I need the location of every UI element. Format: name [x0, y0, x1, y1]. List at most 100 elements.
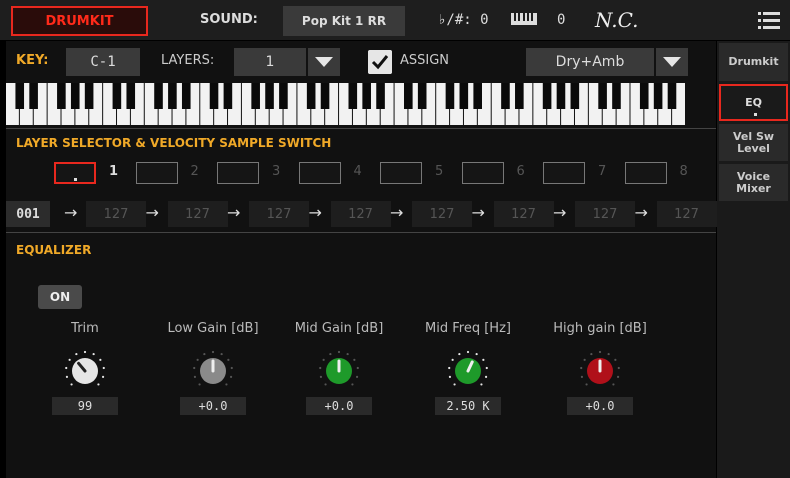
layer-number: 5 [435, 164, 444, 179]
black-key[interactable] [653, 83, 663, 109]
eq-control-value[interactable]: 2.50 K [435, 397, 501, 415]
layer-number: 7 [598, 164, 607, 179]
layers-dropdown-button[interactable] [308, 48, 340, 76]
sound-name-field[interactable]: Pop Kit 1 RR [283, 6, 405, 36]
black-key[interactable] [362, 83, 371, 109]
black-key[interactable] [265, 83, 274, 109]
black-key[interactable] [376, 83, 385, 109]
black-key[interactable] [168, 83, 177, 109]
black-key[interactable] [404, 83, 413, 109]
eq-on-button[interactable]: ON [38, 285, 82, 309]
arrow-right-icon: → [634, 203, 648, 222]
black-key[interactable] [570, 83, 580, 109]
black-key[interactable] [251, 83, 260, 109]
mix-dropdown-button[interactable] [656, 48, 688, 76]
layer-section-title: LAYER SELECTOR & VELOCITY SAMPLE SWITCH [16, 136, 332, 150]
eq-control-value[interactable]: +0.0 [180, 397, 246, 415]
velocity-value-box[interactable]: 127 [412, 201, 472, 227]
black-key[interactable] [70, 83, 80, 109]
low-gain-knob[interactable] [191, 349, 235, 393]
black-key[interactable] [445, 83, 455, 109]
piano-keyboard[interactable] [6, 83, 686, 125]
black-key[interactable] [320, 83, 330, 109]
black-key[interactable] [112, 83, 122, 109]
layer-select-box-5[interactable] [380, 162, 422, 184]
layer-number: 4 [353, 164, 362, 179]
velocity-value-box[interactable]: 127 [249, 201, 309, 227]
layer-select-box-4[interactable] [298, 162, 341, 184]
layer-select-box-6[interactable] [461, 162, 504, 184]
black-key[interactable] [57, 83, 66, 109]
eq-control-label: High gain [dB] [553, 321, 647, 336]
velocity-value-box[interactable]: 127 [167, 201, 228, 227]
mix-field[interactable]: Dry+Amb [526, 48, 654, 76]
black-key[interactable] [84, 83, 94, 109]
black-key[interactable] [612, 83, 621, 109]
layer-number: 2 [190, 164, 199, 179]
eq-control-label: Mid Gain [dB] [294, 321, 384, 336]
tab-eq-label: EQ [745, 95, 762, 109]
eq-control-value[interactable]: 99 [52, 397, 118, 415]
black-key[interactable] [667, 83, 677, 109]
black-key[interactable] [473, 83, 482, 109]
tab-eq[interactable]: EQ [719, 84, 788, 121]
high-gain-knob[interactable] [578, 349, 622, 393]
layer-select-box-1[interactable] [54, 162, 96, 184]
eq-control-label: Low Gain [dB] [167, 321, 259, 336]
black-key[interactable] [556, 83, 566, 109]
velocity-value-box[interactable]: 127 [86, 201, 146, 227]
mid-freq-knob[interactable] [446, 349, 490, 393]
black-key[interactable] [15, 83, 25, 109]
black-key[interactable] [598, 83, 607, 109]
layer-select-box-8[interactable] [624, 162, 667, 184]
keyboard-icon [511, 13, 537, 25]
velocity-value-box[interactable]: 127 [330, 201, 391, 227]
main-panel: KEY: C-1 LAYERS: 1 ASSIGN Dry+Amb LAYER … [6, 41, 717, 478]
velocity-value-box[interactable]: 127 [493, 201, 554, 227]
keyboard-octave-value[interactable]: 0 [557, 0, 565, 40]
tab-voice-mixer[interactable]: Voice Mixer [719, 164, 788, 201]
chevron-down-icon [663, 57, 681, 67]
sound-label: SOUND: [200, 12, 258, 27]
black-key[interactable] [515, 83, 524, 109]
key-field[interactable]: C-1 [66, 48, 140, 76]
black-key[interactable] [542, 83, 552, 109]
velocity-start-value[interactable]: 001 [6, 201, 50, 227]
drumkit-mode-button[interactable]: DRUMKIT [11, 6, 148, 36]
assign-checkbox[interactable] [368, 50, 392, 74]
arrow-right-icon: → [227, 203, 241, 222]
divider [6, 128, 716, 129]
black-key[interactable] [501, 83, 510, 109]
top-bar: DRUMKIT SOUND: Pop Kit 1 RR ♭/#: 0 0 N.C… [0, 0, 790, 40]
layer-selector-row: 1 2 3 4 5 6 7 8 [6, 158, 716, 188]
transpose-readout[interactable]: ♭/#: 0 [438, 0, 489, 40]
black-key[interactable] [181, 83, 191, 109]
black-key[interactable] [348, 83, 358, 109]
black-key[interactable] [306, 83, 316, 109]
eq-control-value[interactable]: +0.0 [567, 397, 633, 415]
black-key[interactable] [279, 83, 288, 109]
black-key[interactable] [223, 83, 233, 109]
eq-control-value[interactable]: +0.0 [306, 397, 372, 415]
black-key[interactable] [29, 83, 38, 109]
key-row: KEY: C-1 LAYERS: 1 ASSIGN Dry+Amb [6, 41, 716, 81]
mid-gain-knob[interactable] [317, 349, 361, 393]
velocity-value-box[interactable]: 127 [656, 201, 717, 227]
arrow-right-icon: → [308, 203, 322, 222]
black-key[interactable] [154, 83, 163, 109]
black-key[interactable] [459, 83, 469, 109]
tab-drumkit[interactable]: Drumkit [719, 43, 788, 81]
layer-select-box-7[interactable] [543, 162, 585, 184]
layers-field[interactable]: 1 [234, 48, 306, 76]
black-key[interactable] [209, 83, 219, 109]
velocity-value-box[interactable]: 127 [575, 201, 635, 227]
black-key[interactable] [639, 83, 649, 109]
trim-knob[interactable] [63, 349, 107, 393]
layer-select-box-3[interactable] [217, 162, 259, 184]
tab-vel-sw-level[interactable]: Vel Sw Level [719, 124, 788, 161]
layer-select-box-2[interactable] [135, 162, 178, 184]
black-key[interactable] [417, 83, 427, 109]
sidebar-tabs: Drumkit EQ Vel Sw Level Voice Mixer [717, 41, 790, 478]
black-key[interactable] [126, 83, 136, 109]
menu-icon[interactable] [758, 12, 780, 30]
